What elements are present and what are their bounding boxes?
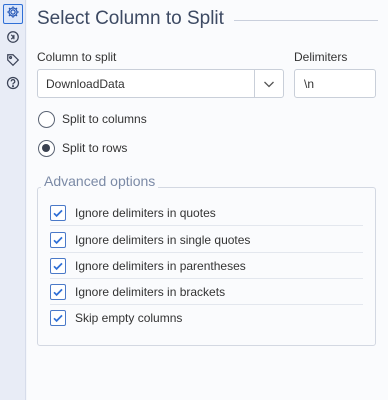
section-header: Select Column to Split [37,7,378,31]
page-title: Select Column to Split [37,8,224,29]
ignore-brackets-option[interactable]: Ignore delimiters in brackets [50,279,363,305]
annotation-tab[interactable] [3,52,23,72]
advanced-options-group: Ignore delimiters in quotes Ignore delim… [37,187,376,346]
column-to-split-value: DownloadData [46,77,125,91]
configuration-panel: Select Column to Split Column to split D… [27,0,388,400]
ignore-quotes-checkbox[interactable] [50,204,66,221]
split-to-columns-option[interactable]: Split to columns [38,109,147,129]
skip-empty-columns-option[interactable]: Skip empty columns [50,305,363,331]
help-tab[interactable] [3,75,23,95]
checkmark-icon [53,288,63,296]
dropdown-divider [254,70,255,97]
ignore-brackets-checkbox[interactable] [50,283,66,300]
ignore-single-quotes-label: Ignore delimiters in single quotes [75,232,251,247]
split-to-columns-label: Split to columns [62,112,147,126]
column-to-split-label: Column to split [37,50,117,64]
ignore-quotes-label: Ignore delimiters in quotes [75,205,216,220]
chevron-down-icon[interactable] [262,77,276,91]
split-to-rows-label: Split to rows [62,141,128,155]
ignore-parentheses-label: Ignore delimiters in parentheses [75,258,246,273]
split-to-rows-option[interactable]: Split to rows [38,138,127,158]
gear-icon [6,5,20,24]
split-to-rows-radio[interactable] [38,139,55,157]
ignore-single-quotes-checkbox[interactable] [50,231,66,248]
skip-empty-columns-label: Skip empty columns [75,311,183,325]
delimiters-label: Delimiters [294,50,348,64]
nav-arrows-icon [6,30,20,49]
checkmark-icon [53,236,63,244]
split-to-columns-radio[interactable] [38,110,55,128]
title-divider [233,19,378,21]
skip-empty-columns-checkbox[interactable] [50,310,66,326]
ignore-single-quotes-option[interactable]: Ignore delimiters in single quotes [50,227,363,253]
ignore-brackets-label: Ignore delimiters in brackets [75,284,226,299]
checkmark-icon [53,314,63,323]
checkmark-icon [53,209,63,217]
checkmark-icon [53,262,63,270]
advanced-options-title: Advanced options [41,173,159,189]
tool-rail [0,0,26,400]
delimiters-input[interactable]: \n [294,69,376,98]
help-icon [6,76,20,95]
ignore-parentheses-checkbox[interactable] [50,257,66,274]
ignore-quotes-option[interactable]: Ignore delimiters in quotes [50,200,363,226]
column-to-split-dropdown[interactable]: DownloadData [37,69,284,98]
navigation-tab[interactable] [3,29,23,49]
tag-icon [6,53,20,72]
ignore-parentheses-option[interactable]: Ignore delimiters in parentheses [50,253,363,279]
configuration-tab[interactable] [3,4,23,24]
